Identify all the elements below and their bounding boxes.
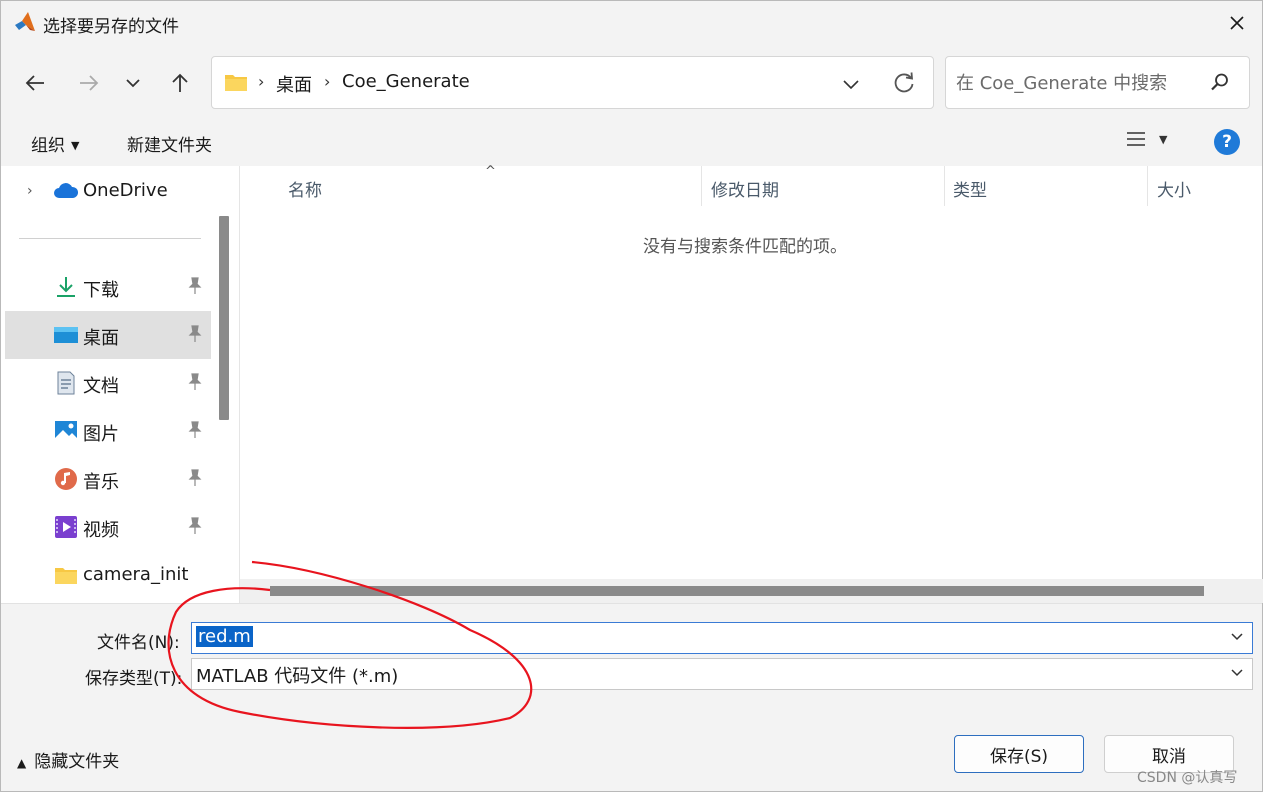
column-header-size[interactable]: 大小	[1157, 176, 1191, 201]
column-divider[interactable]	[701, 166, 702, 206]
chevron-down-icon	[126, 79, 140, 88]
search-icon	[1211, 73, 1228, 91]
breadcrumb-separator: ›	[258, 72, 265, 91]
breadcrumb-desktop[interactable]: 桌面	[276, 71, 312, 97]
filetype-select[interactable]: MATLAB 代码文件 (*.m)	[191, 658, 1253, 690]
sidebar-item-label: 音乐	[83, 472, 119, 493]
column-header-name[interactable]: 名称	[288, 176, 322, 201]
pin-icon[interactable]	[187, 325, 203, 343]
dialog-footer: ▲ 隐藏文件夹 保存(S) 取消 CSDN @认真写	[1, 701, 1262, 791]
title-bar: 选择要另存的文件	[1, 1, 1262, 45]
download-icon	[53, 275, 79, 299]
cloud-icon	[53, 179, 79, 203]
question-icon: ?	[1222, 132, 1232, 152]
sort-ascending-icon: ^	[485, 164, 496, 179]
column-header-type[interactable]: 类型	[953, 176, 987, 201]
chevron-right-icon[interactable]: ›	[27, 183, 33, 199]
navigation-bar: › 桌面 › Coe_Generate	[1, 45, 1262, 119]
up-button[interactable]	[162, 65, 198, 101]
sidebar-item-music[interactable]: 音乐	[5, 455, 211, 503]
folder-icon	[53, 563, 79, 587]
picture-icon	[53, 419, 79, 443]
folder-icon	[225, 75, 247, 91]
arrow-up-icon	[172, 73, 188, 92]
file-list: ^ 名称 修改日期 类型 大小 没有与搜索条件匹配的项。	[239, 164, 1263, 603]
caret-down-icon: ▼	[1159, 132, 1168, 146]
save-form: 文件名(N): red.m 保存类型(T): MATLAB 代码文件 (*.m)	[1, 603, 1262, 701]
refresh-icon[interactable]	[890, 69, 918, 97]
caret-down-icon: ▼	[71, 139, 80, 152]
hide-folders-label: 隐藏文件夹	[34, 752, 120, 772]
sidebar-item-documents[interactable]: 文档	[5, 359, 211, 407]
video-icon	[53, 515, 79, 539]
sidebar-item-onedrive[interactable]: › OneDrive	[5, 167, 211, 215]
arrow-left-icon	[25, 75, 44, 91]
empty-message: 没有与搜索条件匹配的项。	[643, 237, 847, 257]
column-divider[interactable]	[1147, 166, 1148, 206]
filename-field[interactable]: red.m	[191, 622, 1253, 654]
pin-icon[interactable]	[187, 421, 203, 439]
breadcrumb-separator: ›	[324, 72, 331, 91]
pin-icon[interactable]	[187, 517, 203, 535]
window-title: 选择要另存的文件	[43, 17, 179, 37]
sidebar-item-label: 图片	[83, 424, 119, 445]
chevron-down-icon[interactable]	[1230, 668, 1244, 678]
pin-icon[interactable]	[187, 277, 203, 295]
save-as-dialog: 选择要另存的文件 › 桌面 › Coe_Generate 在 Coe_Gener…	[0, 0, 1263, 792]
hide-folders-button[interactable]: ▲ 隐藏文件夹	[17, 747, 119, 772]
filename-value[interactable]: red.m	[196, 626, 253, 647]
sidebar-item-videos[interactable]: 视频	[5, 503, 211, 551]
sidebar-item-pictures[interactable]: 图片	[5, 407, 211, 455]
chevron-up-icon: ▲	[17, 756, 27, 770]
help-button[interactable]: ?	[1214, 129, 1240, 155]
command-bar: 组织 ▼ 新建文件夹 ▼ ?	[1, 119, 1262, 166]
list-view-icon	[1127, 132, 1145, 146]
address-bar[interactable]: › 桌面 › Coe_Generate	[211, 56, 934, 109]
back-button[interactable]	[17, 65, 53, 101]
close-button[interactable]	[1217, 5, 1257, 41]
recent-locations-button[interactable]	[115, 65, 151, 101]
filetype-value: MATLAB 代码文件 (*.m)	[196, 666, 399, 687]
filetype-label: 保存类型(T):	[85, 669, 183, 689]
music-icon	[53, 467, 79, 491]
navigation-pane: › OneDrive 下载 桌面 文档 图片 音乐 视频 camera_init	[1, 166, 237, 603]
sidebar-item-label: camera_init	[83, 564, 189, 585]
organize-label: 组织	[31, 136, 65, 156]
pin-icon[interactable]	[187, 373, 203, 391]
desktop-icon	[53, 323, 79, 347]
chevron-down-icon[interactable]	[1230, 632, 1244, 642]
document-icon	[53, 371, 79, 395]
sidebar-item-desktop[interactable]: 桌面	[5, 311, 211, 359]
new-folder-button[interactable]: 新建文件夹	[127, 131, 212, 156]
sidebar-item-label: OneDrive	[83, 180, 168, 201]
chevron-down-icon[interactable]	[836, 71, 866, 97]
search-box[interactable]	[945, 56, 1250, 109]
watermark: CSDN @认真写	[1137, 770, 1238, 786]
breadcrumb-coe-generate[interactable]: Coe_Generate	[342, 71, 470, 92]
pin-icon[interactable]	[187, 469, 203, 487]
close-icon	[1230, 16, 1244, 30]
sidebar-item-downloads[interactable]: 下载	[5, 263, 211, 311]
matlab-logo-icon	[15, 12, 35, 31]
horizontal-scrollbar[interactable]	[270, 586, 1204, 596]
sidebar-item-label: 视频	[83, 520, 119, 541]
save-button[interactable]: 保存(S)	[954, 735, 1084, 773]
search-input[interactable]	[956, 71, 1196, 95]
sidebar-scrollbar[interactable]	[219, 216, 229, 420]
new-folder-label: 新建文件夹	[127, 136, 212, 156]
filename-label: 文件名(N):	[97, 633, 180, 653]
sidebar-item-label: 桌面	[83, 328, 119, 349]
view-options-button[interactable]: ▼	[1125, 129, 1167, 149]
arrow-right-icon	[80, 75, 99, 91]
sidebar-divider	[19, 238, 201, 239]
sidebar-item-label: 下载	[83, 280, 119, 301]
organize-button[interactable]: 组织 ▼	[31, 131, 79, 156]
forward-button[interactable]	[71, 65, 107, 101]
sidebar-item-label: 文档	[83, 376, 119, 397]
column-divider[interactable]	[944, 166, 945, 206]
sidebar-item-camera-init[interactable]: camera_init	[5, 551, 211, 599]
column-header-date-modified[interactable]: 修改日期	[711, 176, 779, 201]
